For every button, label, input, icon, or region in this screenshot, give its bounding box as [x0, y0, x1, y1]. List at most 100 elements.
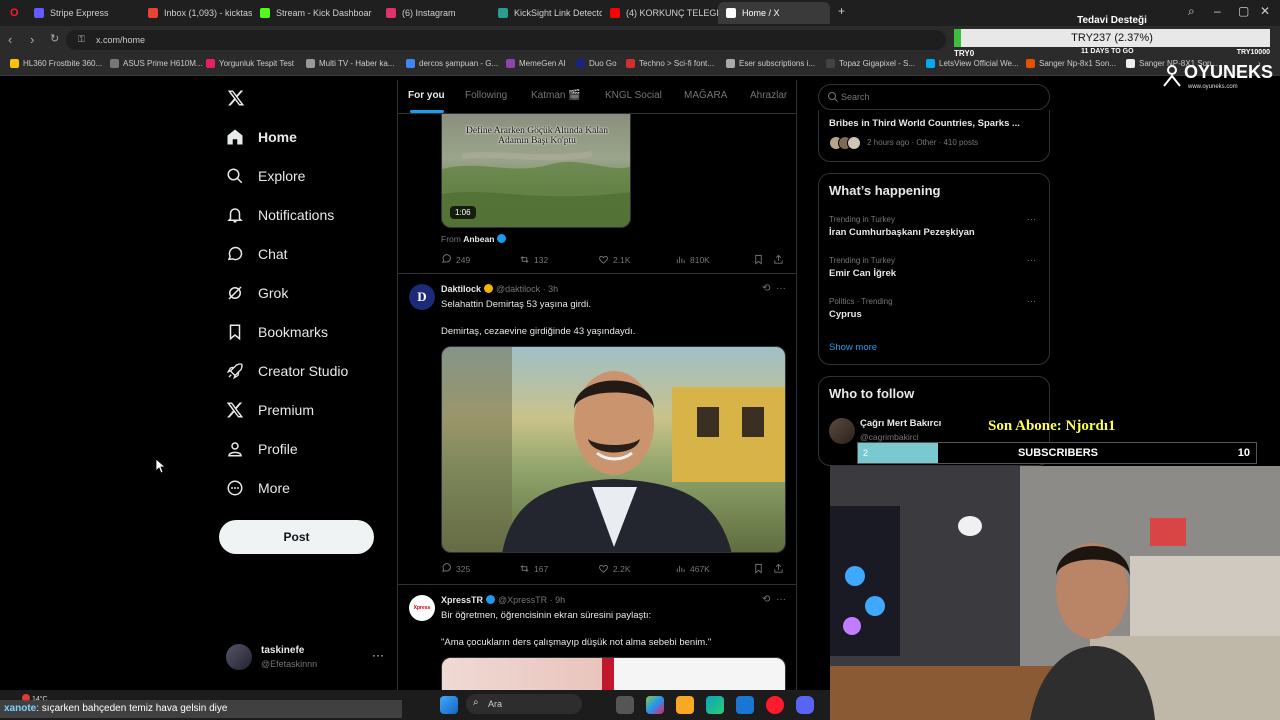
tab-katman[interactable]: Katman 🎬: [531, 90, 581, 101]
donation-min: TRY0: [954, 49, 975, 58]
bookmark-item[interactable]: Duo Go: [576, 59, 617, 68]
bookmark-icon: [229, 324, 241, 341]
bookmark-item[interactable]: LetsView Official We...: [926, 59, 1019, 68]
nav-notifications[interactable]: Notifications: [226, 206, 334, 224]
store-icon[interactable]: [736, 696, 754, 714]
back-icon[interactable]: ‹: [8, 32, 12, 47]
follow-name[interactable]: Çağrı Mert Bakırcı: [860, 418, 941, 429]
avatar[interactable]: [829, 418, 855, 444]
tab-magara[interactable]: MAĞARA: [684, 90, 727, 101]
windows-start-icon[interactable]: [440, 696, 458, 714]
bookmark-item[interactable]: Multi TV - Haber ka...: [306, 59, 394, 68]
bookmark-item[interactable]: Sanger Np-8x1 Son...: [1026, 59, 1116, 68]
new-tab-icon[interactable]: +: [838, 4, 845, 18]
tweet-daktilock[interactable]: D Daktilock @daktilock · 3h ⟲ ··· Selahat…: [398, 274, 796, 585]
bookmark-item[interactable]: Techno > Sci-fi font...: [626, 59, 714, 68]
nav-bookmarks[interactable]: Bookmarks: [226, 323, 328, 341]
nav-home[interactable]: Home: [226, 128, 297, 146]
bookmark-item[interactable]: ASUS Prime H610M...: [110, 59, 203, 68]
tweet-photo[interactable]: [441, 346, 786, 553]
tab-instagram[interactable]: (6) Instagram: [378, 2, 490, 24]
bookmark-item[interactable]: Topaz Gigapixel - S...: [826, 59, 915, 68]
tab-kngl-social[interactable]: KNGL Social: [605, 90, 662, 101]
tab-favicon-icon: [148, 8, 158, 18]
rocket-icon: [226, 363, 243, 380]
tab-kick-dashboard[interactable]: Stream - Kick Dashboard: [252, 2, 372, 24]
bookmark-button[interactable]: [753, 254, 764, 265]
repost-button[interactable]: 167: [519, 563, 548, 574]
grok-icon[interactable]: ⟲: [762, 594, 770, 605]
bookmark-item[interactable]: HL360 Frostbite 360...: [10, 59, 102, 68]
bookmark-item[interactable]: dercos şampuan - G...: [406, 59, 498, 68]
tweet-author[interactable]: XpressTR @XpressTR · 9h: [441, 595, 565, 605]
tab-stripe-express[interactable]: Stripe Express: [26, 2, 138, 24]
reply-button[interactable]: 325: [441, 563, 470, 574]
reply-button[interactable]: 249: [441, 254, 470, 265]
nav-premium[interactable]: Premium: [226, 401, 314, 419]
tab-youtube[interactable]: (4) KORKUNÇ TELEGRAM: [602, 2, 718, 24]
more-horizontal-icon[interactable]: ···: [1027, 214, 1036, 224]
bookmark-favicon-icon: [406, 59, 415, 68]
more-horizontal-icon[interactable]: ···: [1027, 255, 1036, 265]
tweet-author[interactable]: Daktilock @daktilock · 3h: [441, 284, 558, 294]
video-thumbnail[interactable]: Define Ararken Göçük Altında Kalan Adamı…: [441, 114, 631, 228]
tweet-photo[interactable]: [441, 657, 786, 690]
tab-inbox[interactable]: Inbox (1,093) - kicktaskin...: [140, 2, 252, 24]
x-logo-icon[interactable]: [227, 89, 245, 107]
avatar[interactable]: Xpress: [409, 595, 435, 621]
tab-ahrazlar[interactable]: Ahrazlar: [750, 90, 787, 101]
bookmark-favicon-icon: [110, 59, 119, 68]
webcam-scene: [830, 466, 1280, 720]
search-box[interactable]: Search: [818, 84, 1050, 110]
taskbar-search[interactable]: ⌕ Ara: [466, 694, 582, 714]
more-horizontal-icon[interactable]: ···: [372, 648, 384, 662]
nav-creator-studio[interactable]: Creator Studio: [226, 362, 348, 380]
repost-button[interactable]: 132: [519, 254, 548, 265]
bookmark-item[interactable]: Eser subscriptions i...: [726, 59, 815, 68]
nav-chat[interactable]: Chat: [226, 245, 288, 263]
heart-icon: [599, 564, 608, 573]
more-horizontal-icon[interactable]: ···: [776, 283, 786, 294]
task-view-icon[interactable]: [616, 696, 634, 714]
opera-logo-icon[interactable]: O: [2, 2, 20, 24]
views-button[interactable]: 810K: [675, 254, 710, 265]
nav-profile[interactable]: Profile: [226, 440, 298, 458]
tab-for-you[interactable]: For you: [408, 90, 445, 101]
show-more-link[interactable]: Show more: [829, 342, 877, 353]
nav-grok[interactable]: Grok: [226, 284, 288, 302]
post-button[interactable]: Post: [219, 520, 374, 554]
opera-icon[interactable]: [766, 696, 784, 714]
share-button[interactable]: [773, 254, 784, 265]
site-info-icon[interactable]: ⚿: [78, 34, 85, 45]
like-button[interactable]: 2.1K: [598, 254, 631, 265]
more-horizontal-icon[interactable]: ···: [776, 594, 786, 605]
tab-home-x[interactable]: Home / X: [718, 2, 830, 24]
copilot-icon[interactable]: [646, 696, 664, 714]
file-explorer-icon[interactable]: [676, 696, 694, 714]
donation-days: 11 DAYS TO GO: [1081, 48, 1134, 55]
forward-icon[interactable]: ›: [30, 32, 34, 47]
reload-icon[interactable]: ↻: [50, 32, 59, 45]
like-button[interactable]: 2.2K: [598, 563, 631, 574]
tweet-video[interactable]: Define Ararken Göçük Altında Kalan Adamı…: [398, 114, 796, 274]
bookmark-button[interactable]: [753, 563, 764, 574]
tweet-xpresstr[interactable]: Xpress XpressTR @XpressTR · 9h ⟲ ··· Bir …: [398, 585, 796, 690]
video-source: From Anbean: [441, 234, 509, 244]
views-button[interactable]: 467K: [675, 563, 710, 574]
nav-explore[interactable]: Explore: [226, 167, 305, 185]
donation-title: Tedavi Desteği: [1077, 15, 1147, 26]
grok-icon[interactable]: ⟲: [762, 283, 770, 294]
edge-icon[interactable]: [706, 696, 724, 714]
url-field[interactable]: ⚿ x.com/home: [66, 30, 946, 50]
tab-kicksight[interactable]: KickSight Link Detector: [490, 2, 602, 24]
discord-icon[interactable]: [796, 696, 814, 714]
news-card[interactable]: Bribes in Third World Countries, Sparks …: [818, 110, 1050, 162]
more-horizontal-icon[interactable]: ···: [1027, 296, 1036, 306]
share-button[interactable]: [773, 563, 784, 574]
nav-more[interactable]: More: [226, 479, 290, 497]
avatar[interactable]: D: [409, 284, 435, 310]
tab-following[interactable]: Following: [465, 90, 507, 101]
bookmark-item[interactable]: Yorgunluk Tespit Test: [206, 59, 294, 68]
account-switcher[interactable]: taskinefe @Efetaskinnn ···: [226, 642, 386, 676]
bookmark-item[interactable]: MemeGen AI: [506, 59, 566, 68]
